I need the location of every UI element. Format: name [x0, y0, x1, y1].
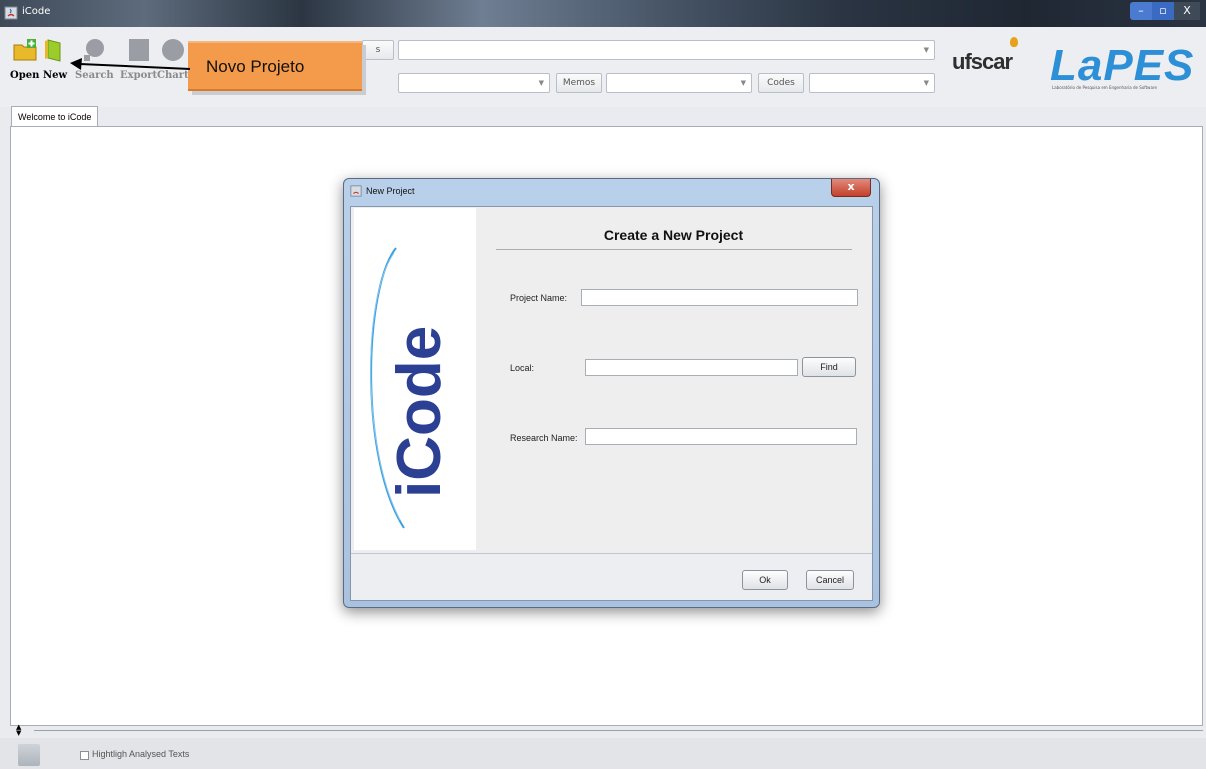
ufscar-logo-text: ufscar — [952, 49, 1013, 74]
chevron-down-icon: ▼ — [740, 79, 746, 87]
open-folder-icon — [13, 39, 37, 61]
research-name-label: Research Name: — [510, 433, 578, 443]
ufscar-logo: ufscar — [952, 37, 1018, 75]
cancel-button[interactable]: Cancel — [806, 570, 854, 590]
maximize-button[interactable]: ▫ — [1152, 2, 1174, 20]
codes-combo[interactable]: ▼ — [809, 73, 935, 93]
chevron-down-icon: ▼ — [923, 79, 929, 87]
ufscar-flame-icon — [1010, 37, 1018, 47]
callout-text: Novo Projeto — [206, 57, 305, 76]
toolbar: Open New Search Export Chart s ▼ ▼ Memos… — [0, 27, 1206, 107]
dialog-close-button[interactable]: x — [831, 179, 871, 197]
top-combo-box[interactable]: ▼ — [398, 40, 935, 60]
chevron-down-icon: ▼ — [538, 79, 544, 87]
heading-divider — [496, 249, 852, 250]
lapes-logo-subtitle: Laboratório de Pesquisa em Engenharia de… — [1052, 85, 1157, 90]
java-app-icon — [4, 6, 18, 20]
dialog-body: iCode Create a New Project Project Name:… — [350, 206, 873, 601]
new-button[interactable]: New — [42, 37, 68, 81]
codes-button[interactable]: Codes — [758, 73, 804, 93]
highlight-analysed-label: Hightligh Analysed Texts — [92, 749, 190, 759]
new-project-icon — [45, 39, 61, 62]
dialog-footer: Ok Cancel — [351, 553, 872, 600]
java-app-icon — [350, 185, 362, 197]
ok-button[interactable]: Ok — [742, 570, 788, 590]
split-pane-divider[interactable]: ▲ ▼ — [10, 724, 1203, 737]
local-label: Local: — [510, 363, 535, 373]
research-name-field[interactable] — [585, 428, 857, 445]
bottom-tool-icon[interactable] — [18, 744, 40, 766]
project-name-label: Project Name: — [510, 293, 568, 303]
partial-toolbar-button[interactable]: s — [362, 40, 394, 60]
dialog-heading: Create a New Project — [603, 227, 744, 243]
icode-logo: iCode — [370, 247, 454, 529]
chevron-down-icon: ▼ — [923, 46, 929, 54]
new-label: New — [42, 70, 68, 81]
new-project-dialog: New Project x iCode Create a New Project… — [343, 178, 880, 608]
memos-button[interactable]: Memos — [556, 73, 602, 93]
first-filter-combo[interactable]: ▼ — [398, 73, 550, 93]
tab-welcome[interactable]: Welcome to iCode — [11, 106, 99, 127]
title-bar: iCode – ▫ X — [0, 0, 1206, 27]
icode-logo-panel: iCode — [354, 208, 476, 550]
project-name-field[interactable] — [581, 289, 858, 306]
dialog-form: Create a New Project Project Name: Local… — [476, 207, 872, 553]
local-field[interactable] — [585, 359, 798, 376]
window-title: iCode — [22, 6, 51, 17]
bottom-bar: Hightligh Analysed Texts — [0, 738, 1206, 769]
open-button[interactable]: Open — [10, 37, 39, 81]
dialog-title: New Project — [366, 186, 415, 196]
split-arrows-icon[interactable]: ▲ ▼ — [16, 724, 21, 737]
memos-combo[interactable]: ▼ — [606, 73, 752, 93]
close-button[interactable]: X — [1174, 2, 1200, 20]
minimize-button[interactable]: – — [1130, 2, 1152, 20]
new-project-callout: Novo Projeto — [188, 41, 362, 91]
callout-arrow-icon — [70, 58, 191, 70]
find-button[interactable]: Find — [802, 357, 856, 377]
icode-logo-text: iCode — [385, 326, 454, 498]
open-label: Open — [10, 70, 40, 81]
lapes-logo: LaPES — [1050, 41, 1195, 90]
highlight-analysed-checkbox[interactable] — [80, 751, 89, 760]
